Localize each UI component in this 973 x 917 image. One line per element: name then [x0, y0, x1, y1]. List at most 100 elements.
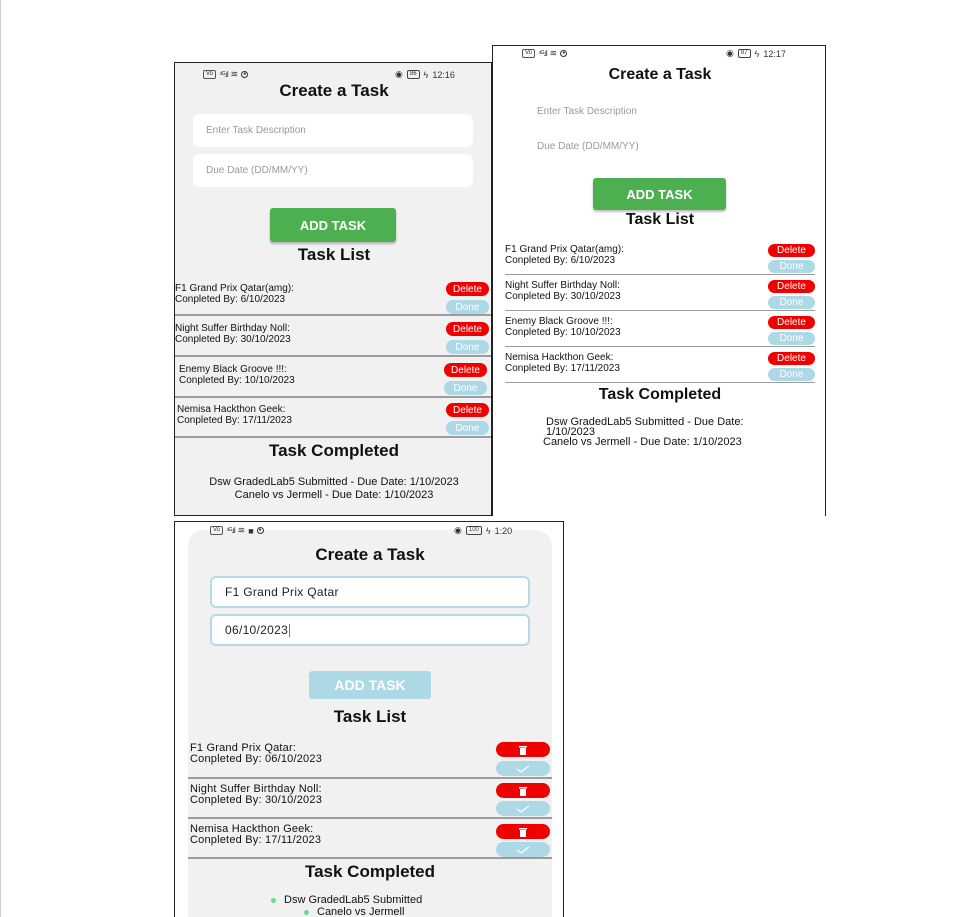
status-bar-right: ◉ 86 ϟ 12:16 [395, 69, 455, 80]
charging-icon: ϟ [754, 48, 760, 59]
task-name: Nemisa Hackthon Geek: [177, 404, 286, 415]
done-button[interactable]: Done [768, 368, 815, 381]
delete-button[interactable]: Delete [768, 352, 815, 365]
task-name: Night Suffer Birthday Noll: [505, 280, 620, 291]
task-list-title: Task List [333, 707, 407, 726]
row-divider [188, 777, 552, 779]
status-bar-right: ◉ 87 ϟ 12:17 [726, 48, 786, 59]
description-input[interactable]: Enter Task Description [537, 103, 797, 119]
task-date: Conpleted By: 06/10/2023 [190, 753, 323, 765]
wifi-icon: ≋ [230, 69, 239, 79]
delete-button[interactable]: Delete [444, 363, 487, 377]
signal-icon: ⁴ᴳ.ıl [538, 49, 548, 58]
delete-button[interactable] [496, 824, 550, 839]
battery-icon: 86 [406, 70, 420, 79]
task-name: Nemisa Hackthon Geek: [505, 352, 614, 363]
signal-icon: ⁴ᴳ.ıl [226, 526, 236, 535]
delete-button[interactable]: Delete [768, 280, 815, 293]
volte-icon: Vo [210, 526, 224, 535]
phone-screen-1: Vo ⁴ᴳ.ıl ≋ ● ◉ 86 ϟ 12:16 Create a Task … [174, 62, 492, 516]
done-button[interactable] [496, 761, 550, 776]
row-divider [175, 436, 491, 438]
done-button[interactable] [496, 801, 550, 816]
done-button[interactable]: Done [446, 300, 489, 314]
due-date-input[interactable]: Due Date (DD/MM/YY) [537, 138, 797, 154]
task-date: Conpleted By: 6/10/2023 [175, 294, 286, 305]
volte-icon: Vo [203, 70, 217, 79]
row-divider [175, 355, 491, 357]
row-divider [188, 817, 552, 819]
task-date: Conpleted By: 6/10/2023 [505, 255, 616, 266]
due-date-input[interactable]: Due Date (DD/MM/YY) [193, 154, 473, 187]
add-task-button[interactable]: ADD TASK [270, 208, 396, 242]
task-list-title: Task List [625, 211, 695, 228]
battery-icon: 100 [465, 526, 482, 535]
text-cursor [289, 623, 291, 637]
task-name: Enemy Black Groove !!!: [179, 364, 287, 375]
eye-icon: ◉ [726, 48, 734, 58]
done-button[interactable]: Done [446, 340, 489, 354]
app-icon: ● [241, 71, 249, 78]
row-divider [505, 382, 815, 383]
delete-button[interactable]: Delete [446, 282, 489, 296]
task-date: Conpleted By: 30/10/2023 [175, 334, 291, 345]
completed-item: Dsw GradedLab5 Submitted - Due Date: 1/1… [209, 476, 459, 488]
phone-screen-3: Vo ⁴ᴳ.ıl ≋ ■ ● ◉ 100 ϟ 1:20 Create a Tas… [174, 521, 564, 917]
due-date-input[interactable]: 06/10/2023 [210, 614, 530, 646]
description-input[interactable]: F1 Grand Prix Qatar [210, 576, 530, 608]
page-title: Create a Task [608, 66, 712, 83]
delete-button[interactable]: Delete [768, 244, 815, 257]
volte-icon: Vo [522, 49, 536, 58]
page-title: Create a Task [315, 545, 425, 564]
add-task-button[interactable]: ADD TASK [309, 671, 431, 699]
completed-item: Canelo vs Jermell - Due Date: 1/10/2023 [543, 436, 742, 448]
done-button[interactable]: Done [444, 381, 487, 395]
done-button[interactable]: Done [768, 332, 815, 345]
completed-item: Dsw GradedLab5 Submitted [271, 894, 422, 906]
completed-item: Canelo vs Jermell [304, 906, 404, 917]
trash-icon [519, 786, 527, 796]
description-input[interactable]: Enter Task Description [193, 114, 473, 147]
task-name: Night Suffer Birthday Noll: [175, 323, 290, 334]
task-completed-title: Task Completed [268, 441, 400, 460]
done-button[interactable]: Done [768, 296, 815, 309]
row-divider [505, 274, 815, 275]
add-task-button[interactable]: ADD TASK [593, 178, 726, 210]
task-date: Conpleted By: 10/10/2023 [179, 375, 295, 386]
charging-icon: ϟ [423, 69, 429, 80]
check-icon [516, 846, 530, 854]
charging-icon: ϟ [485, 525, 491, 536]
task-date: Conpleted By: 30/10/2023 [190, 794, 323, 806]
battery-icon: 87 [737, 49, 751, 58]
done-button[interactable]: Done [446, 421, 489, 435]
wifi-icon: ≋ [237, 525, 246, 535]
done-button[interactable]: Done [768, 260, 815, 273]
eye-icon: ◉ [395, 69, 403, 79]
status-bar-left: Vo ⁴ᴳ.ıl ≋ ● [522, 48, 568, 59]
delete-button[interactable]: Delete [446, 403, 489, 417]
bullet-icon [271, 897, 276, 903]
app-icon: ● [256, 527, 264, 534]
status-bar-left: Vo ⁴ᴳ.ıl ≋ ● [203, 69, 249, 80]
task-date: Conpleted By: 17/11/2023 [177, 415, 292, 426]
task-list-title: Task List [297, 245, 371, 264]
trash-icon [519, 827, 527, 837]
delete-button[interactable] [496, 742, 550, 757]
status-bar-left: Vo ⁴ᴳ.ıl ≋ ■ ● [210, 525, 264, 536]
bullet-icon [304, 909, 309, 915]
status-time: 12:17 [763, 48, 786, 59]
status-time: 1:20 [494, 525, 513, 536]
row-divider [188, 857, 552, 859]
check-icon [516, 805, 530, 813]
due-date-value: 06/10/2023 [225, 623, 289, 637]
delete-button[interactable]: Delete [446, 322, 489, 336]
task-date: Conpleted By: 17/11/2023 [190, 834, 322, 846]
completed-item-label: Dsw GradedLab5 Submitted [284, 894, 423, 906]
task-completed-title: Task Completed [304, 862, 436, 881]
screen-content: Vo ⁴ᴳ.ıl ≋ ■ ● ◉ 100 ϟ 1:20 Create a Tas… [188, 525, 552, 917]
app-icon: ● [560, 50, 568, 57]
delete-button[interactable]: Delete [768, 316, 815, 329]
done-button[interactable] [496, 842, 550, 857]
task-date: Conpleted By: 30/10/2023 [505, 291, 621, 302]
delete-button[interactable] [496, 783, 550, 798]
